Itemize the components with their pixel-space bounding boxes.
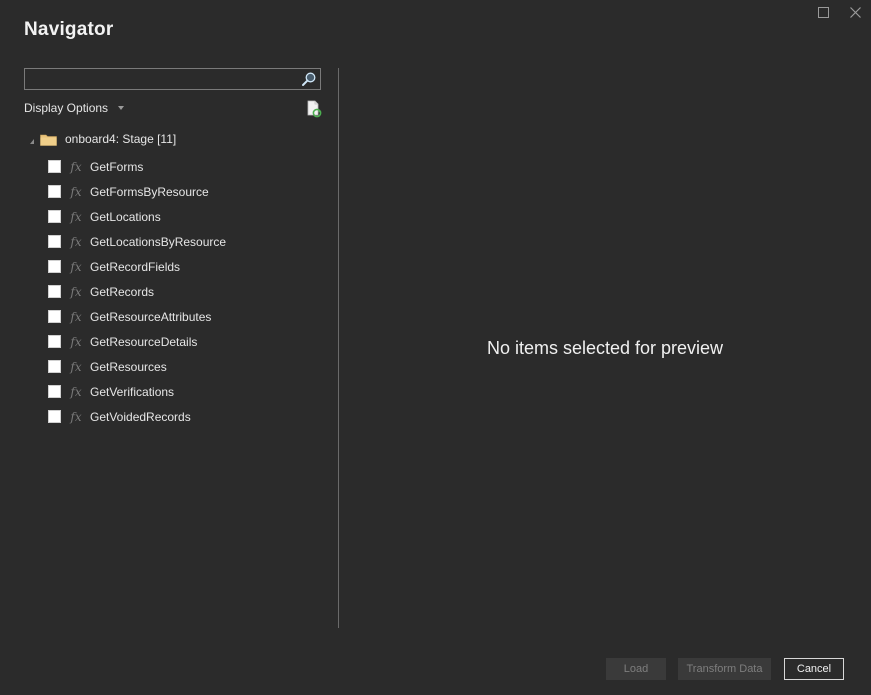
item-label: GetResources: [90, 359, 167, 374]
list-item[interactable]: fx GetFormsByResource: [48, 179, 226, 204]
item-checkbox[interactable]: [48, 310, 61, 323]
cancel-button[interactable]: Cancel: [784, 658, 844, 680]
item-checkbox[interactable]: [48, 360, 61, 373]
function-icon: fx: [70, 159, 82, 174]
item-checkbox[interactable]: [48, 410, 61, 423]
folder-icon: [40, 134, 57, 146]
function-icon: fx: [70, 234, 82, 249]
list-item[interactable]: fx GetResourceDetails: [48, 329, 226, 354]
item-checkbox[interactable]: [48, 260, 61, 273]
function-icon: fx: [70, 259, 82, 274]
function-icon: fx: [70, 409, 82, 424]
list-item[interactable]: fx GetRecords: [48, 279, 226, 304]
function-icon: fx: [70, 209, 82, 224]
list-item[interactable]: fx GetResources: [48, 354, 226, 379]
function-icon: fx: [70, 309, 82, 324]
function-icon: fx: [70, 334, 82, 349]
list-item[interactable]: fx GetRecordFields: [48, 254, 226, 279]
close-icon[interactable]: [845, 4, 865, 20]
search-input[interactable]: [27, 70, 301, 90]
item-checkbox[interactable]: [48, 185, 61, 198]
item-checkbox[interactable]: [48, 335, 61, 348]
item-checkbox[interactable]: [48, 385, 61, 398]
item-label: GetRecordFields: [90, 259, 181, 274]
transform-data-button[interactable]: Transform Data: [678, 658, 771, 680]
item-label: GetResourceDetails: [90, 334, 198, 349]
item-label: GetLocations: [90, 209, 161, 224]
item-checkbox[interactable]: [48, 285, 61, 298]
preview-message: No items selected for preview: [486, 338, 724, 358]
item-checkbox[interactable]: [48, 160, 61, 173]
display-options-label: Display Options: [24, 101, 109, 115]
window-controls: [813, 4, 865, 20]
tree-root-label: onboard4: Stage [11]: [65, 132, 177, 146]
function-icon: fx: [70, 384, 82, 399]
maximize-icon[interactable]: [813, 4, 833, 20]
item-label: GetRecords: [90, 284, 155, 299]
dialog-title: Navigator: [24, 19, 114, 40]
item-label: GetVoidedRecords: [90, 409, 191, 424]
list-item[interactable]: fx GetForms: [48, 154, 226, 179]
item-label: GetLocationsByResource: [90, 234, 227, 249]
function-icon: fx: [70, 284, 82, 299]
item-checkbox[interactable]: [48, 235, 61, 248]
load-button[interactable]: Load: [606, 658, 666, 680]
tree-root-node[interactable]: onboard4: Stage [11]: [30, 130, 176, 148]
function-icon: fx: [70, 184, 82, 199]
list-item[interactable]: fx GetLocations: [48, 204, 226, 229]
list-item[interactable]: fx GetResourceAttributes: [48, 304, 226, 329]
item-checkbox[interactable]: [48, 210, 61, 223]
item-label: GetFormsByResource: [90, 184, 209, 199]
collapse-arrow-icon[interactable]: [30, 138, 34, 144]
navigator-window: Navigator Display Options onboard4: Stag…: [0, 0, 871, 695]
chevron-down-icon: [118, 106, 125, 110]
search-field[interactable]: [24, 68, 321, 90]
refresh-icon[interactable]: [306, 100, 322, 118]
function-icon: fx: [70, 359, 82, 374]
search-icon[interactable]: [301, 71, 317, 87]
list-item[interactable]: fx GetVoidedRecords: [48, 404, 226, 429]
item-label: GetResourceAttributes: [90, 309, 212, 324]
item-label: GetVerifications: [90, 384, 175, 399]
list-item[interactable]: fx GetVerifications: [48, 379, 226, 404]
item-label: GetForms: [90, 159, 144, 174]
function-list: fx GetForms fx GetFormsByResource fx Get…: [48, 154, 226, 429]
list-item[interactable]: fx GetLocationsByResource: [48, 229, 226, 254]
display-options-dropdown[interactable]: Display Options: [24, 101, 125, 115]
